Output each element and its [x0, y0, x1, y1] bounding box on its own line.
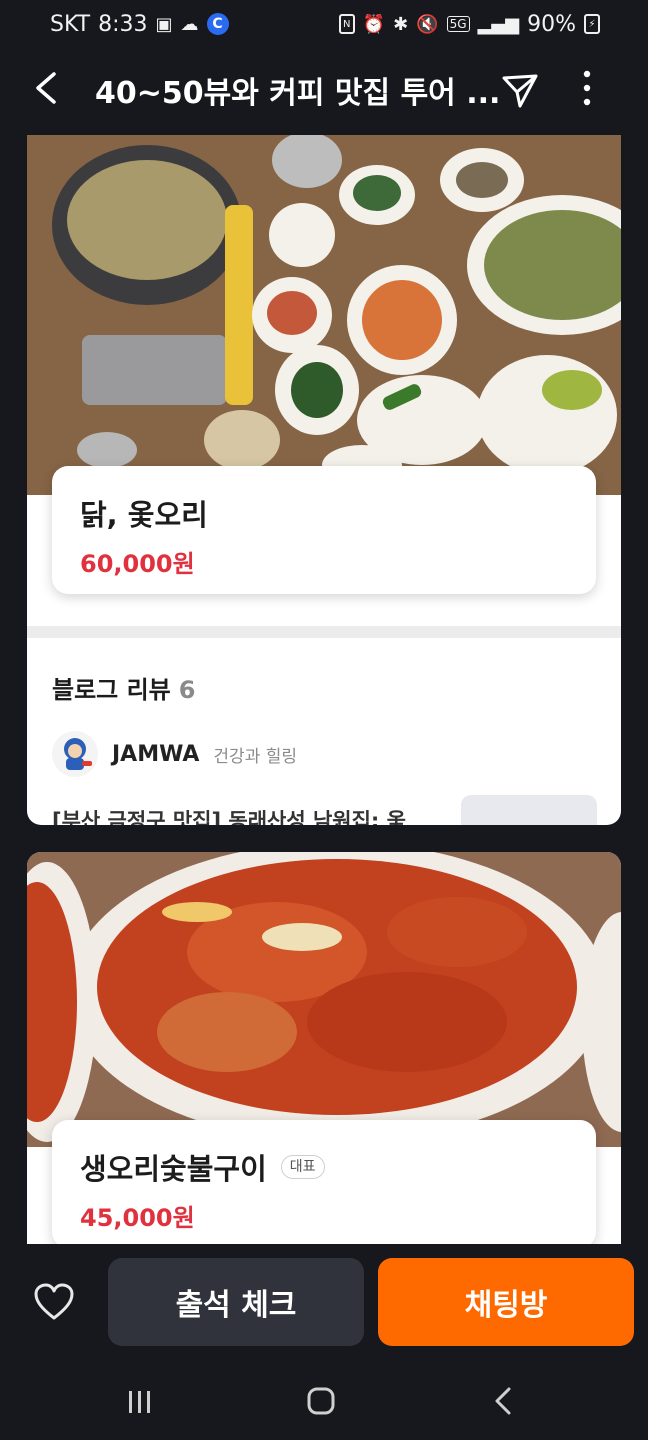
app-header: 40~50뷰와 커피 맛집 투어 ... — [0, 52, 648, 124]
food-photo[interactable] — [27, 135, 621, 495]
blogger-row[interactable]: JAMWA 건강과 힐링 — [52, 731, 297, 777]
menu-name-row: 닭, 옻오리 — [80, 492, 568, 534]
blogger-name: JAMWA — [112, 741, 200, 767]
signal-icon: ▂▄▆ — [477, 13, 520, 35]
menu-name: 생오리숯불구이 — [80, 1152, 267, 1186]
menu-price: 45,000원 — [80, 1204, 195, 1232]
back-arrow-icon[interactable] — [30, 70, 64, 106]
status-bar: SKT 8:33 ▣ ☁ C N ⏰ ✱ 🔇 5G ▂▄▆ 90% ⚡ — [0, 0, 648, 48]
menu-price: 60,000원 — [80, 550, 195, 578]
blog-review-count: 6 — [178, 676, 196, 704]
more-vertical-icon[interactable] — [575, 68, 599, 108]
section-divider — [27, 626, 621, 638]
blogger-category: 건강과 힐링 — [213, 746, 298, 767]
avatar — [52, 731, 98, 777]
blog-post-title[interactable]: [부산 금정구 맛집] 동래산성 남원집: 옻 — [52, 805, 452, 825]
page-title: 40~50뷰와 커피 맛집 투어 ... — [95, 76, 501, 108]
food-photo[interactable] — [27, 852, 621, 1147]
avatar-image — [64, 738, 92, 770]
status-right: N ⏰ ✱ 🔇 5G ▂▄▆ 90% ⚡ — [338, 11, 600, 37]
menu-card: 닭, 옻오리 60,000원 블로그 리뷰 6 JAMWA 건강과 힐링 [부산… — [27, 135, 621, 825]
menu-item[interactable]: 생오리숯불구이 대표 45,000원 — [52, 1120, 596, 1244]
menu-name-row: 생오리숯불구이 대표 — [80, 1146, 568, 1188]
battery-icon: ⚡ — [584, 14, 600, 34]
mute-icon: 🔇 — [416, 13, 439, 35]
menu-item[interactable]: 닭, 옻오리 60,000원 — [52, 466, 596, 594]
menu-card: 생오리숯불구이 대표 45,000원 — [27, 852, 621, 1244]
menu-name: 닭, 옻오리 — [80, 498, 208, 532]
nfc-icon: N — [338, 14, 355, 34]
home-icon[interactable] — [306, 1386, 336, 1416]
bottom-action-bar: 출석 체크 채팅방 — [0, 1246, 648, 1356]
blog-review-title: 블로그 리뷰 — [52, 676, 171, 704]
chat-room-button[interactable]: 채팅방 — [378, 1258, 634, 1346]
gallery-icon: ▣ — [155, 13, 173, 35]
5g-icon: 5G — [446, 16, 470, 32]
blog-review-header[interactable]: 블로그 리뷰 6 — [52, 670, 195, 705]
c-app-icon: C — [206, 13, 229, 35]
recent-apps-icon[interactable] — [126, 1388, 154, 1416]
battery-percent: 90% — [527, 11, 576, 37]
attendance-check-button[interactable]: 출석 체크 — [108, 1258, 364, 1346]
blog-thumbnail[interactable] — [461, 795, 597, 825]
nav-back-icon[interactable] — [492, 1386, 514, 1416]
clock: 8:33 — [98, 11, 148, 37]
representative-badge: 대표 — [280, 1155, 325, 1179]
share-icon[interactable] — [500, 70, 540, 110]
status-left: SKT 8:33 ▣ ☁ C — [50, 12, 229, 37]
weather-icon: ☁ — [180, 13, 199, 35]
bluetooth-icon: ✱ — [393, 13, 409, 35]
system-nav-bar — [0, 1360, 648, 1440]
alarm-icon: ⏰ — [362, 13, 386, 35]
heart-icon[interactable] — [33, 1282, 75, 1322]
carrier: SKT — [50, 11, 91, 37]
